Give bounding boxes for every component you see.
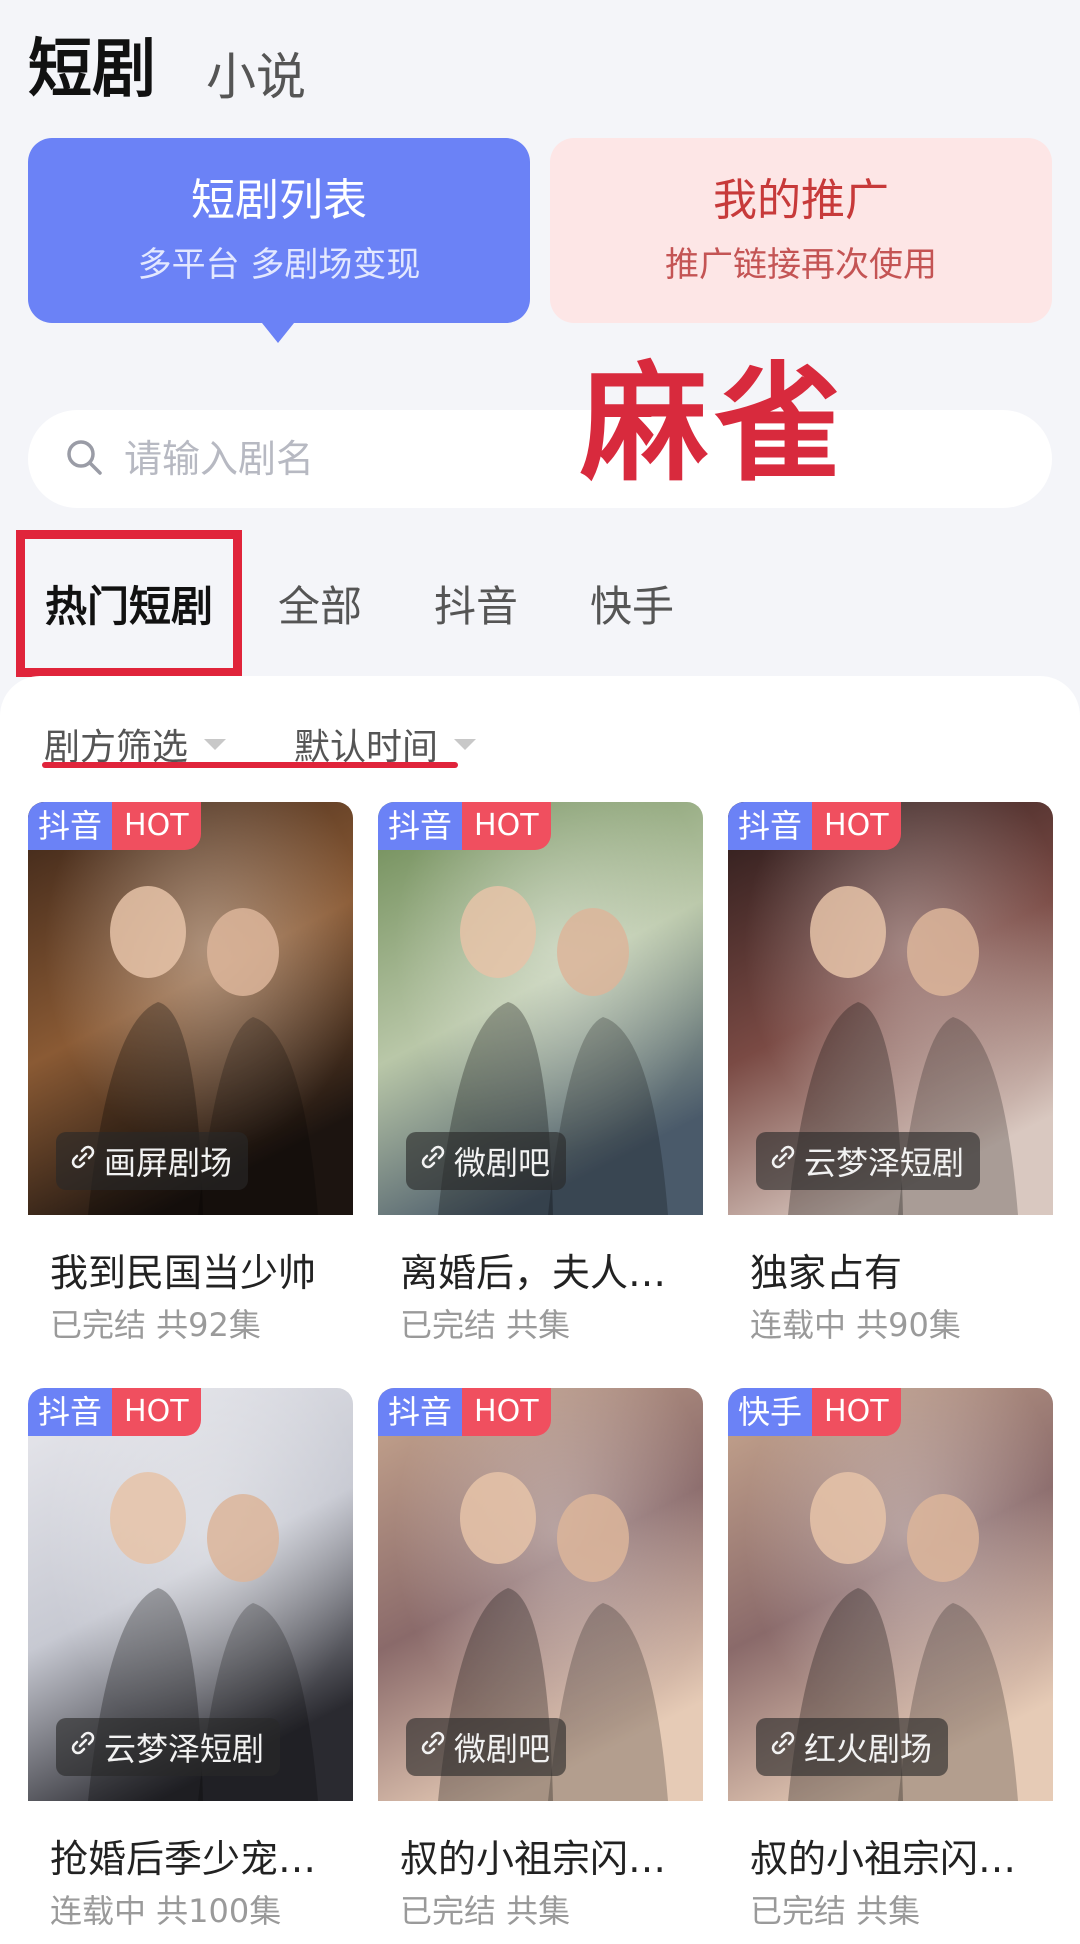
- drama-poster[interactable]: 抖音 HOT 微剧吧: [378, 1388, 703, 1801]
- tab-short-drama[interactable]: 短剧: [28, 38, 156, 102]
- category-tab-bar: 热门短剧 全部 抖音 快手: [16, 523, 746, 683]
- platform-badge: 抖音: [378, 802, 463, 850]
- poster-tags: 抖音 HOT: [28, 1388, 201, 1436]
- drama-poster[interactable]: 快手 HOT 红火剧场: [728, 1388, 1053, 1801]
- drama-card[interactable]: 抖音 HOT 画屏剧场 我到民国当少帅 已完结 共92集: [28, 802, 353, 1360]
- drama-card[interactable]: 抖音 HOT 微剧吧 离婚后，夫人… 已完结 共集: [378, 802, 703, 1360]
- watermark-text: 麻雀: [580, 349, 849, 499]
- source-link[interactable]: 红火剧场: [756, 1718, 949, 1776]
- link-icon: [68, 1142, 104, 1180]
- drama-status: 已完结 共集: [400, 1306, 571, 1344]
- platform-badge: 抖音: [728, 802, 813, 850]
- hot-badge: HOT: [812, 1388, 901, 1436]
- drama-card[interactable]: 抖音 HOT 云梦泽短剧 独家占有 连载中 共90集: [728, 802, 1053, 1360]
- link-icon: [418, 1728, 454, 1766]
- chevron-down-icon: [204, 738, 227, 750]
- poster-tags: 快手 HOT: [728, 1388, 901, 1436]
- drama-card[interactable]: 快手 HOT 红火剧场 叔的小祖宗闪… 已完结 共集: [728, 1388, 1053, 1944]
- link-icon: [68, 1728, 104, 1766]
- top-tab-bar: 短剧 小说: [28, 22, 306, 102]
- my-promotion-title: 我的推广: [713, 174, 889, 226]
- platform-badge: 抖音: [28, 802, 113, 850]
- drama-card[interactable]: 抖音 HOT 云梦泽短剧 抢婚后季少宠… 连载中 共100集: [28, 1388, 353, 1944]
- source-link[interactable]: 微剧吧: [406, 1718, 567, 1776]
- source-name: 红火剧场: [804, 1730, 933, 1768]
- source-name: 微剧吧: [454, 1144, 551, 1182]
- platform-badge: 抖音: [28, 1388, 113, 1436]
- source-name: 云梦泽短剧: [804, 1144, 965, 1182]
- source-name: 微剧吧: [454, 1730, 551, 1768]
- platform-badge: 快手: [728, 1388, 813, 1436]
- drama-status: 已完结 共集: [400, 1892, 571, 1930]
- hot-badge: HOT: [462, 802, 551, 850]
- platform-badge: 抖音: [378, 1388, 463, 1436]
- poster-tags: 抖音 HOT: [378, 802, 551, 850]
- drama-status: 已完结 共92集: [50, 1306, 261, 1344]
- drama-title: 独家占有: [750, 1251, 903, 1295]
- drama-list-title: 短剧列表: [191, 174, 367, 226]
- tab-hot-dramas[interactable]: 热门短剧: [16, 529, 243, 677]
- source-link[interactable]: 云梦泽短剧: [56, 1718, 281, 1776]
- link-icon: [768, 1728, 804, 1766]
- drama-title: 叔的小祖宗闪…: [750, 1837, 1017, 1881]
- tab-novel[interactable]: 小说: [206, 52, 306, 102]
- search-icon: [64, 437, 104, 481]
- drama-list-card[interactable]: 短剧列表 多平台 多剧场变现: [28, 138, 530, 323]
- source-name: 云梦泽短剧: [104, 1730, 265, 1768]
- chevron-down-icon: [454, 738, 477, 750]
- drama-status: 连载中 共100集: [50, 1892, 282, 1930]
- search-input[interactable]: [124, 437, 624, 481]
- hot-badge: HOT: [112, 802, 201, 850]
- drama-poster[interactable]: 抖音 HOT 云梦泽短剧: [28, 1388, 353, 1801]
- poster-tags: 抖音 HOT: [378, 1388, 551, 1436]
- source-link[interactable]: 画屏剧场: [56, 1132, 249, 1190]
- hot-badge: HOT: [112, 1388, 201, 1436]
- tab-all[interactable]: 全部: [278, 573, 362, 634]
- source-link[interactable]: 云梦泽短剧: [756, 1132, 981, 1190]
- filter-highlight-underline: [42, 762, 458, 768]
- tab-kuaishou[interactable]: 快手: [590, 573, 674, 634]
- source-name: 画屏剧场: [104, 1144, 233, 1182]
- active-card-pointer: [262, 323, 294, 343]
- drama-grid: 抖音 HOT 画屏剧场 我到民国当少帅 已完结 共92集 抖音 HOT 微剧吧 …: [28, 802, 1054, 1944]
- poster-tags: 抖音 HOT: [28, 802, 201, 850]
- drama-title: 离婚后，夫人…: [400, 1251, 667, 1295]
- my-promotion-card[interactable]: 我的推广 推广链接再次使用: [550, 138, 1052, 323]
- drama-poster[interactable]: 抖音 HOT 云梦泽短剧: [728, 802, 1053, 1215]
- drama-poster[interactable]: 抖音 HOT 画屏剧场: [28, 802, 353, 1215]
- tab-douyin[interactable]: 抖音: [434, 573, 518, 634]
- drama-list-subtitle: 多平台 多剧场变现: [137, 245, 421, 286]
- search-bar: [28, 410, 1052, 508]
- drama-card[interactable]: 抖音 HOT 微剧吧 叔的小祖宗闪… 已完结 共集: [378, 1388, 703, 1944]
- drama-title: 抢婚后季少宠…: [50, 1837, 317, 1881]
- drama-status: 连载中 共90集: [750, 1306, 961, 1344]
- drama-poster[interactable]: 抖音 HOT 微剧吧: [378, 802, 703, 1215]
- hot-badge: HOT: [462, 1388, 551, 1436]
- drama-title: 叔的小祖宗闪…: [400, 1837, 667, 1881]
- my-promotion-subtitle: 推广链接再次使用: [665, 245, 937, 286]
- source-link[interactable]: 微剧吧: [406, 1132, 567, 1190]
- drama-title: 我到民国当少帅: [50, 1251, 317, 1295]
- link-icon: [768, 1142, 804, 1180]
- hot-badge: HOT: [812, 802, 901, 850]
- link-icon: [418, 1142, 454, 1180]
- poster-tags: 抖音 HOT: [728, 802, 901, 850]
- drama-status: 已完结 共集: [750, 1892, 921, 1930]
